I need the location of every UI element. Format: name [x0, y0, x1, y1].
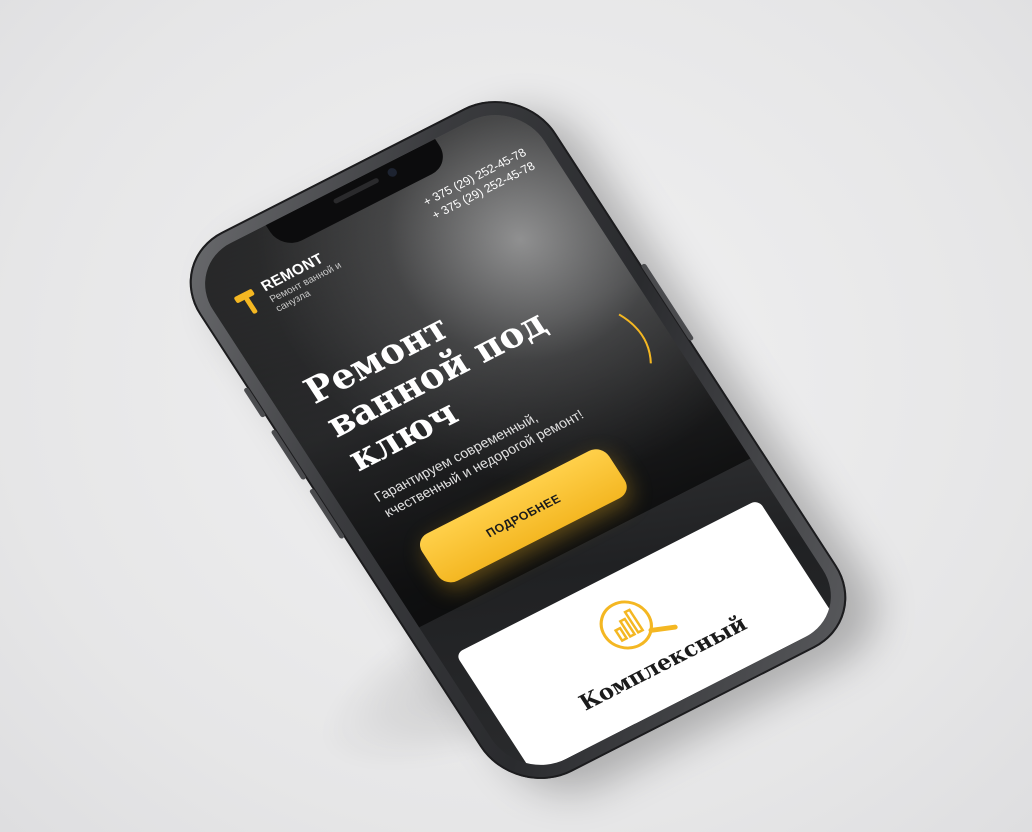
front-camera	[385, 166, 399, 179]
phone-mockup: REMONT Ремонт ванной и санузла + 375 (29…	[164, 79, 872, 801]
